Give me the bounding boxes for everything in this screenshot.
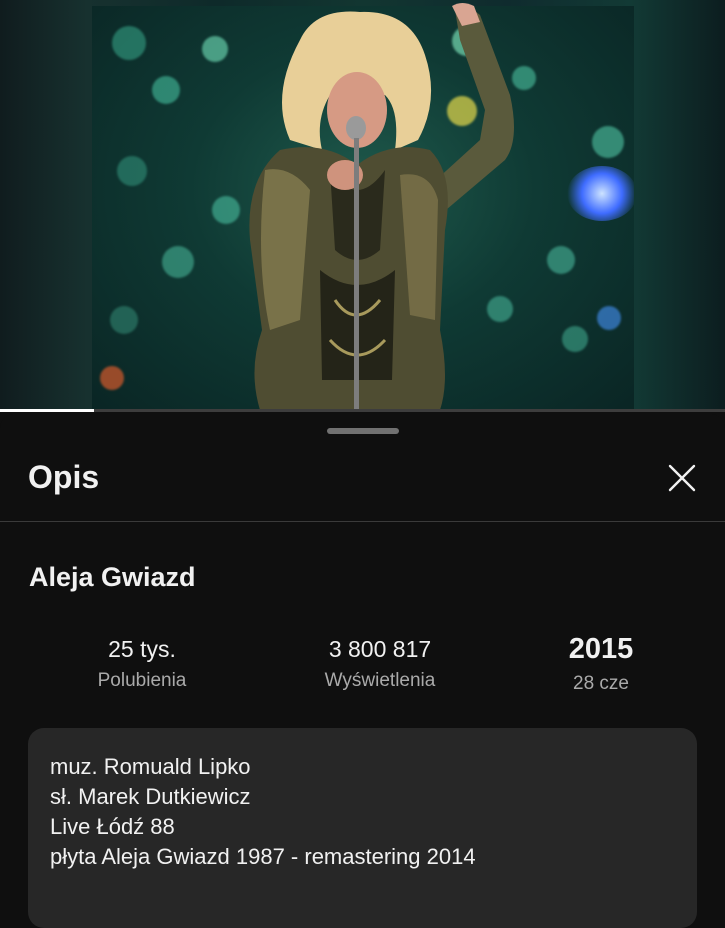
description-line: płyta Aleja Gwiazd 1987 - remastering 20… bbox=[50, 844, 476, 869]
video-progress-bar[interactable] bbox=[0, 409, 725, 412]
views-label: Wyświetlenia bbox=[324, 670, 436, 691]
views-stat: 3 800 817 Wyświetlenia bbox=[280, 636, 480, 692]
upload-date-stat: 2015 28 cze bbox=[501, 633, 701, 695]
description-line: muz. Romuald Lipko bbox=[50, 754, 251, 779]
likes-count: 25 tys. bbox=[108, 636, 176, 662]
divider bbox=[0, 521, 725, 522]
description-box[interactable]: muz. Romuald Lipko sł. Marek Dutkiewicz … bbox=[28, 728, 697, 928]
likes-label: Polubienia bbox=[97, 670, 187, 691]
upload-day: 28 cze bbox=[573, 673, 629, 694]
close-icon bbox=[668, 464, 696, 492]
description-text: muz. Romuald Lipko sł. Marek Dutkiewicz … bbox=[50, 752, 476, 872]
close-button[interactable] bbox=[662, 458, 702, 498]
description-line: Live Łódź 88 bbox=[50, 814, 175, 839]
video-progress-fill bbox=[0, 409, 95, 412]
sheet-drag-handle[interactable] bbox=[327, 428, 399, 434]
likes-stat: 25 tys. Polubienia bbox=[42, 636, 242, 692]
description-sheet: Opis Aleja Gwiazd 25 tys. Polubienia 3 8… bbox=[0, 414, 725, 928]
video-player[interactable] bbox=[0, 0, 725, 412]
views-count: 3 800 817 bbox=[328, 636, 432, 662]
performer-figure bbox=[249, 3, 514, 412]
description-line: sł. Marek Dutkiewicz bbox=[50, 784, 251, 809]
sheet-title: Opis bbox=[28, 459, 100, 495]
upload-year: 2015 bbox=[568, 633, 634, 665]
video-title: Aleja Gwiazd bbox=[29, 562, 196, 592]
